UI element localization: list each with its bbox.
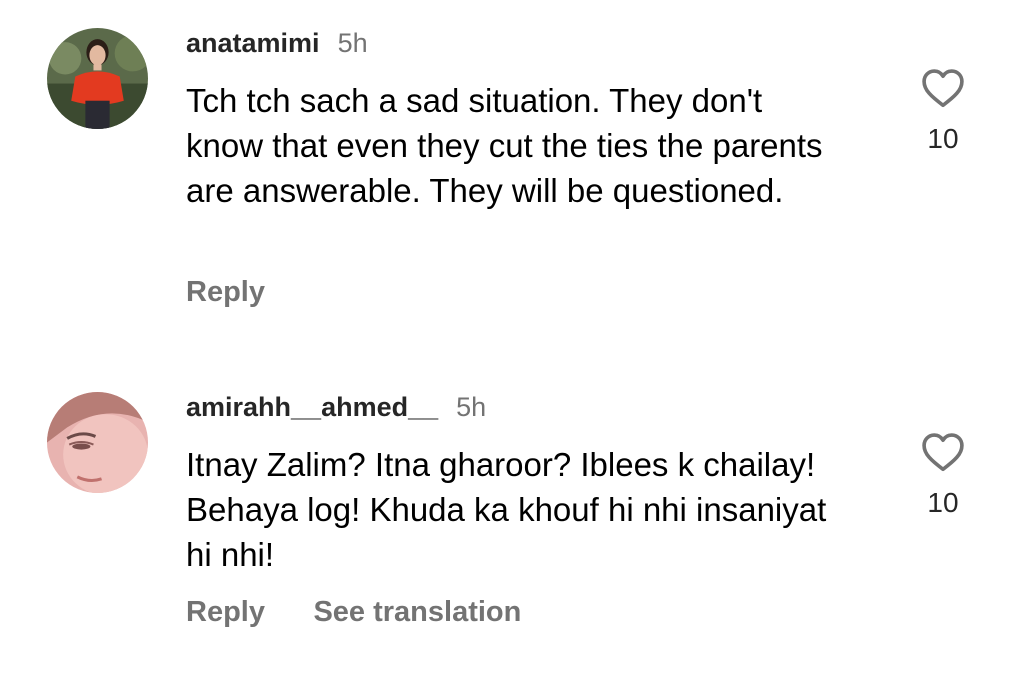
like-count: 10	[927, 487, 959, 518]
like-count: 10	[927, 123, 959, 154]
comment-item: amirahh__ahmed__ 5h Itnay Zalim? Itna gha…	[0, 370, 1024, 681]
avatar[interactable]	[47, 28, 148, 129]
avatar-image	[47, 28, 148, 129]
username-link[interactable]: anatamimi	[186, 28, 320, 58]
comment-text: Itnay Zalim? Itna gharoor? Iblees k chai…	[186, 446, 827, 573]
like-area: 10	[910, 432, 976, 518]
comment-header: amirahh__ahmed__ 5h	[186, 392, 486, 422]
heart-outline-icon[interactable]	[921, 432, 965, 472]
comment-item: anatamimi 5h Tch tch sach a sad situation…	[0, 0, 1024, 330]
comment-actions: Reply See translation	[186, 592, 565, 632]
reply-button[interactable]: Reply	[186, 596, 265, 628]
avatar-image	[47, 392, 148, 493]
reply-button[interactable]: Reply	[186, 276, 265, 308]
comment-actions: Reply	[186, 272, 309, 312]
comment-header: anatamimi 5h	[186, 28, 368, 58]
comment-text: Tch tch sach a sad situation. They don't…	[186, 82, 823, 209]
see-translation-button[interactable]: See translation	[313, 596, 521, 628]
username-link[interactable]: amirahh__ahmed__	[186, 392, 438, 422]
timestamp: 5h	[337, 28, 368, 58]
avatar[interactable]	[47, 392, 148, 493]
timestamp: 5h	[456, 392, 487, 422]
like-area: 10	[910, 68, 976, 154]
heart-outline-icon[interactable]	[921, 68, 965, 108]
